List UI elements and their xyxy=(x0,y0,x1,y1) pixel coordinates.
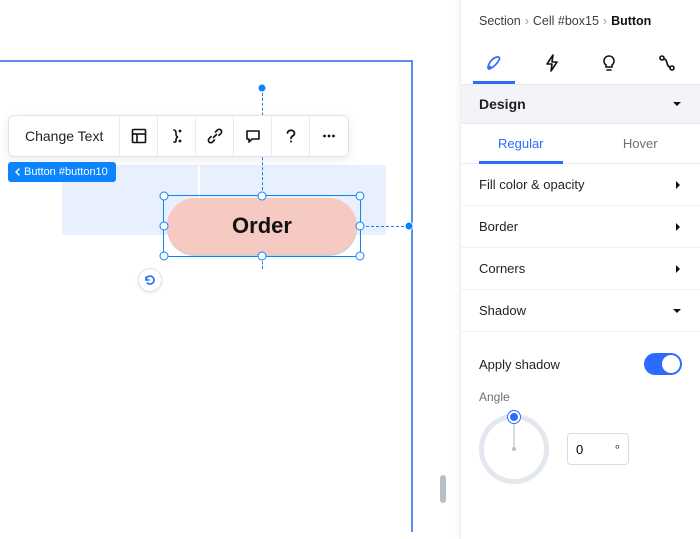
change-text-button[interactable]: Change Text xyxy=(9,116,120,156)
resize-handle[interactable] xyxy=(258,252,267,261)
element-tag[interactable]: Button #button10 xyxy=(8,162,116,182)
canvas-area: Order Change Text xyxy=(0,0,460,539)
row-label: Shadow xyxy=(479,303,526,318)
dial-knob[interactable] xyxy=(508,411,520,423)
row-border[interactable]: Border xyxy=(461,206,700,248)
row-label: Border xyxy=(479,219,518,234)
tab-actions[interactable] xyxy=(523,46,581,84)
resize-handle[interactable] xyxy=(160,192,169,201)
row-apply-shadow: Apply shadow xyxy=(461,332,700,384)
dial-needle xyxy=(513,421,515,449)
chevron-right-icon xyxy=(674,180,682,190)
dial-center xyxy=(512,447,516,451)
guide-anchor xyxy=(405,222,414,231)
chevron-right-icon: › xyxy=(603,14,607,28)
angle-control: Angle ° xyxy=(461,384,700,484)
inspector-panel: Section › Cell #box15 › Button Design Re… xyxy=(460,0,700,539)
apply-shadow-toggle[interactable] xyxy=(644,353,682,375)
link-icon[interactable] xyxy=(196,116,234,156)
tab-connections[interactable] xyxy=(638,46,696,84)
angle-input[interactable]: ° xyxy=(567,433,629,465)
breadcrumb-current: Button xyxy=(611,14,651,28)
row-fill-color[interactable]: Fill color & opacity xyxy=(461,164,700,206)
resize-handle[interactable] xyxy=(356,252,365,261)
row-label: Fill color & opacity xyxy=(479,177,584,192)
guide-anchor xyxy=(258,84,267,93)
layout-icon[interactable] xyxy=(120,116,158,156)
breadcrumb-item[interactable]: Cell #box15 xyxy=(533,14,599,28)
caret-down-icon xyxy=(672,99,682,109)
toggle-knob xyxy=(662,355,680,373)
tab-regular[interactable]: Regular xyxy=(461,124,581,163)
tab-hover[interactable]: Hover xyxy=(581,124,700,163)
row-shadow[interactable]: Shadow xyxy=(461,290,700,332)
selection-box[interactable] xyxy=(163,195,361,257)
row-label: Corners xyxy=(479,261,525,276)
row-label: Apply shadow xyxy=(479,357,560,372)
comment-icon[interactable] xyxy=(234,116,272,156)
tab-design[interactable] xyxy=(465,46,523,84)
chevron-left-icon xyxy=(14,168,22,176)
help-icon[interactable] xyxy=(272,116,310,156)
element-tag-label: Button #button10 xyxy=(24,166,108,178)
scrollbar-thumb[interactable] xyxy=(440,475,446,503)
breadcrumb-item[interactable]: Section xyxy=(479,14,521,28)
chevron-right-icon xyxy=(674,222,682,232)
chevron-right-icon: › xyxy=(525,14,529,28)
angle-dial[interactable] xyxy=(479,414,549,484)
row-corners[interactable]: Corners xyxy=(461,248,700,290)
chevron-right-icon xyxy=(674,264,682,274)
panel-tabs xyxy=(461,38,700,84)
state-tabs: Regular Hover xyxy=(461,124,700,164)
section-title: Design xyxy=(479,96,526,112)
angle-unit: ° xyxy=(615,442,620,457)
tab-lightbulb[interactable] xyxy=(581,46,639,84)
more-icon[interactable] xyxy=(310,116,348,156)
caret-down-icon xyxy=(672,306,682,316)
resize-handle[interactable] xyxy=(356,222,365,231)
resize-handle[interactable] xyxy=(356,192,365,201)
angle-label: Angle xyxy=(479,390,682,404)
alignment-guide xyxy=(361,226,409,227)
undo-button[interactable] xyxy=(138,268,162,292)
section-design[interactable]: Design xyxy=(461,84,700,124)
angle-value-field[interactable] xyxy=(576,442,602,457)
animation-icon[interactable] xyxy=(158,116,196,156)
breadcrumb: Section › Cell #box15 › Button xyxy=(461,0,700,38)
resize-handle[interactable] xyxy=(160,222,169,231)
resize-handle[interactable] xyxy=(160,252,169,261)
element-toolbar: Change Text xyxy=(8,115,349,157)
resize-handle[interactable] xyxy=(258,192,267,201)
